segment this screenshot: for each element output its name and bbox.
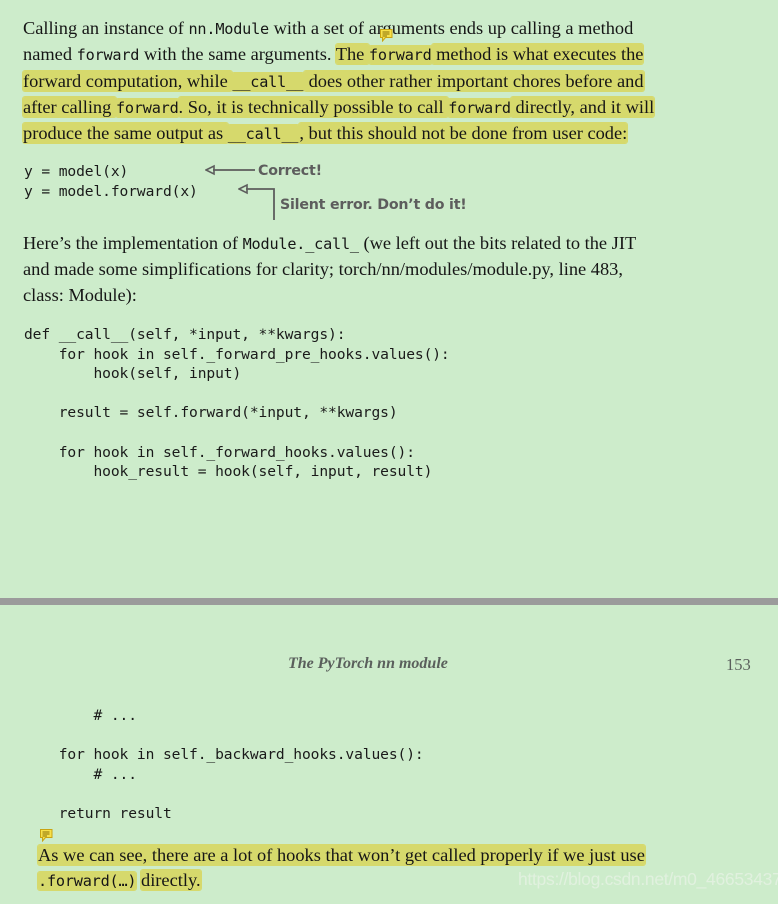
highlighted-text: . So, it is technically possible to call bbox=[178, 96, 449, 117]
page-number: 153 bbox=[726, 655, 751, 674]
inline-code: nn.Module bbox=[188, 20, 269, 38]
text-run: Here’s the implementation of bbox=[23, 233, 243, 253]
arrow-silent-error-icon bbox=[238, 183, 275, 220]
comment-bubble-icon-svg bbox=[380, 29, 393, 43]
highlighted-inline-code: forward bbox=[115, 98, 179, 117]
text-run: Calling an instance of bbox=[23, 18, 189, 38]
paragraph-module-call-implementation: Here’s the implementation of Module._cal… bbox=[23, 231, 763, 308]
text-run: with the same arguments. bbox=[139, 44, 336, 65]
highlighted-text: The bbox=[335, 44, 369, 65]
inline-code: Module._call_ bbox=[242, 235, 359, 253]
highlighted-text: , but this should not be done from user … bbox=[299, 123, 628, 144]
paragraph-line: Calling an instance of nn.Module with a … bbox=[23, 16, 763, 42]
annotation-silent-error-label: Silent error. Don’t do it! bbox=[280, 197, 467, 213]
paragraph-nn-module-intro: Calling an instance of nn.Module with a … bbox=[23, 16, 763, 147]
comment-bubble-icon-svg bbox=[40, 829, 53, 843]
arrow-correct-icon bbox=[205, 164, 255, 176]
paragraph-line: and made some simplifications for clarit… bbox=[23, 259, 623, 280]
paragraph-line: forward computation, while __call__ does… bbox=[23, 69, 763, 95]
code-block-backward-hooks: # ... for hook in self._backward_hooks.v… bbox=[58, 707, 424, 822]
code-block-call-definition: def __call__(self, *input, **kwargs): fo… bbox=[24, 326, 450, 481]
paragraph-line: named forward with the same arguments. T… bbox=[23, 42, 763, 68]
paragraph-line: produce the same output as __call__, but… bbox=[23, 121, 763, 147]
highlighted-inline-code: __call__ bbox=[232, 72, 304, 91]
document-page: Calling an instance of nn.Module with a … bbox=[0, 0, 778, 904]
highlighted-text: directly. bbox=[141, 870, 201, 891]
highlighted-text: produce the same output as bbox=[23, 123, 228, 144]
code-block-call-usage: y = model(x) bbox=[24, 162, 128, 182]
highlighted-inline-code: forward bbox=[368, 46, 432, 65]
code-block-call-usage-line2: y = model.forward(x) bbox=[24, 182, 198, 202]
running-head-title: The PyTorch nn module bbox=[288, 655, 448, 672]
highlighted-text: directly, and it will bbox=[510, 96, 655, 117]
highlighted-inline-code: __call__ bbox=[227, 125, 300, 144]
highlighted-text: As we can see, there are a lot of hooks … bbox=[38, 845, 645, 865]
highlighted-inline-code: forward bbox=[448, 98, 511, 117]
paragraph-line: As we can see, there are a lot of hooks … bbox=[38, 843, 768, 868]
csdn-watermark: https://blog.csdn.net/m0_46653437 bbox=[518, 869, 778, 889]
paragraph-line: after calling forward. So, it is technic… bbox=[23, 95, 763, 121]
text-run: (we left out the bits related to the JIT bbox=[358, 233, 637, 253]
code-line: y = model.forward(x) bbox=[24, 183, 198, 200]
highlighted-text: does other rather important chores befor… bbox=[303, 70, 644, 91]
annotation-correct-label: Correct! bbox=[258, 163, 322, 179]
text-run: named bbox=[23, 44, 77, 65]
highlighted-text: after calling bbox=[23, 96, 116, 117]
comment-bubble-icon[interactable] bbox=[380, 29, 393, 43]
highlighted-inline-code: .forward(…) bbox=[38, 872, 137, 891]
highlighted-text: method is what executes the bbox=[431, 44, 644, 65]
code-line: y = model(x) bbox=[24, 163, 129, 180]
paragraph-line: Here’s the implementation of Module._cal… bbox=[23, 231, 763, 257]
page-separator bbox=[0, 598, 778, 605]
text-run: with a set of arguments ends up calling … bbox=[268, 18, 634, 38]
highlighted-text: forward computation, while bbox=[23, 70, 233, 91]
comment-bubble-icon[interactable] bbox=[40, 829, 53, 843]
inline-code: forward bbox=[76, 46, 140, 65]
paragraph-line: class: Module): bbox=[23, 284, 137, 305]
